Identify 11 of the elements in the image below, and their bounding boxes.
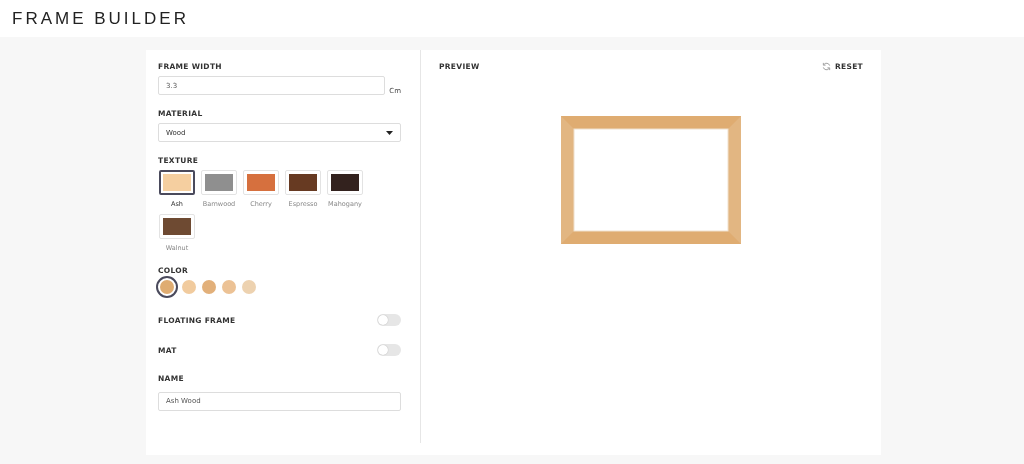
caret-icon — [386, 130, 393, 135]
texture-swatch[interactable] — [159, 170, 195, 195]
color-swatch[interactable] — [182, 280, 196, 294]
page-title: FRAME BUILDER — [12, 8, 189, 29]
color-swatch[interactable] — [222, 280, 236, 294]
color-swatch[interactable] — [160, 280, 174, 294]
toggle-switch[interactable] — [377, 314, 401, 326]
refresh-icon — [821, 62, 831, 71]
color-swatch[interactable] — [202, 280, 216, 294]
toggle-switch[interactable] — [377, 344, 401, 356]
color-swatch[interactable] — [242, 280, 256, 294]
